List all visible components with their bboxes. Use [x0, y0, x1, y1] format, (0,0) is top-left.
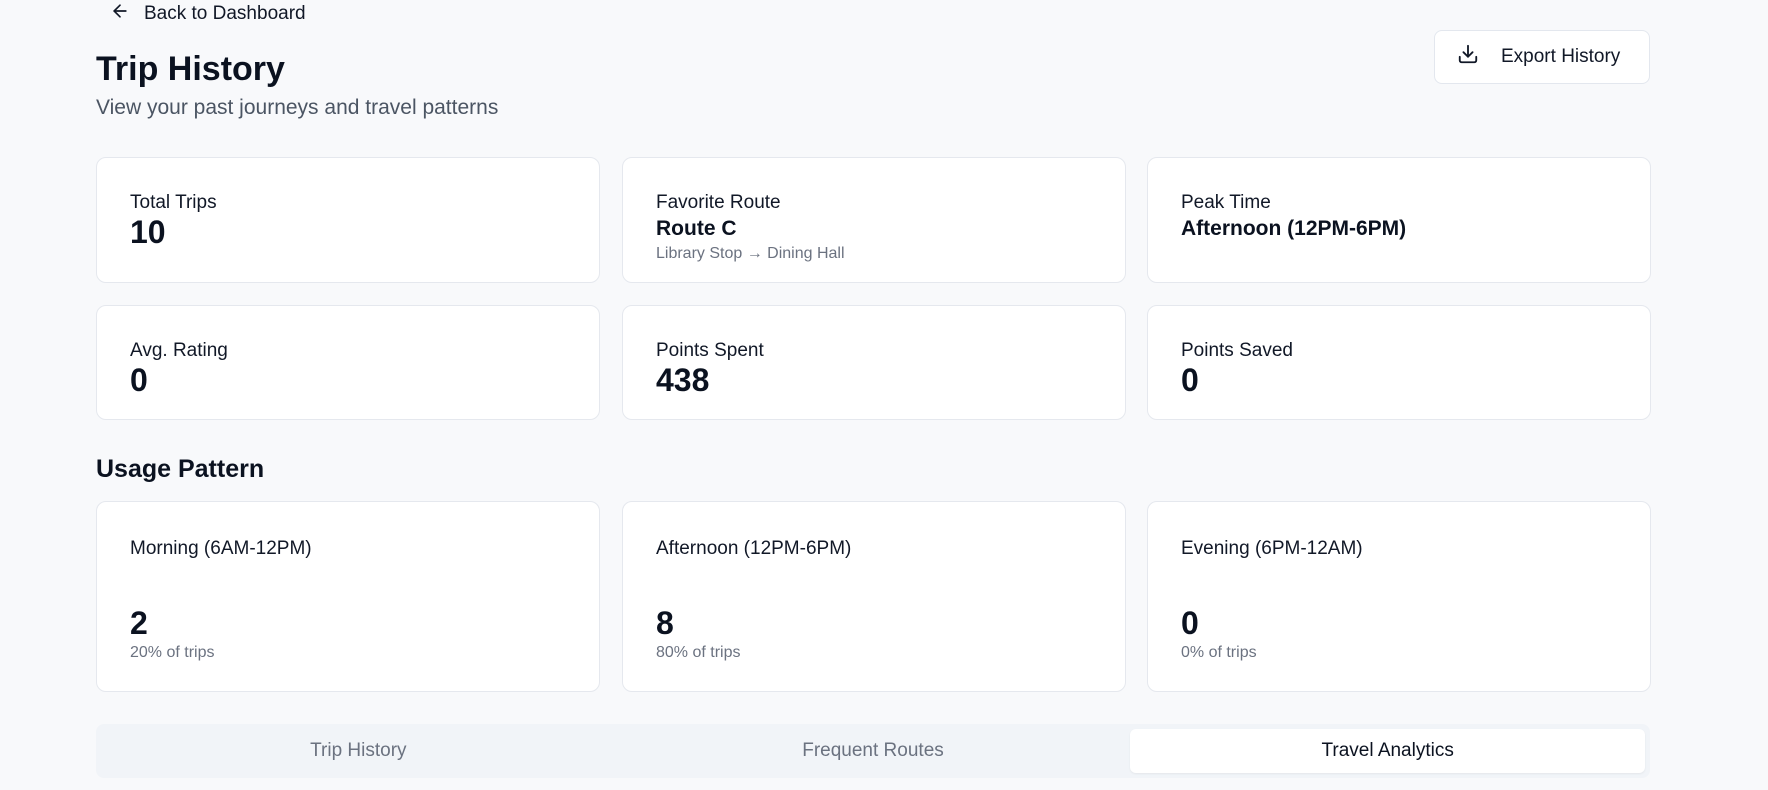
page-subtitle: View your past journeys and travel patte… [96, 96, 499, 119]
points-spent-card: Points Spent 438 [622, 305, 1126, 420]
usage-period-label: Afternoon (12PM-6PM) [656, 538, 852, 559]
total-trips-card: Total Trips 10 [96, 157, 600, 283]
points-spent-label: Points Spent [656, 340, 764, 361]
export-button-label: Export History [1501, 46, 1621, 67]
download-icon [1457, 43, 1479, 71]
peak-time-value: Afternoon (12PM-6PM) [1181, 217, 1407, 240]
trip-history-page: Back to Dashboard Trip History View your… [0, 0, 1768, 790]
avg-rating-value: 0 [130, 362, 148, 398]
peak-time-label: Peak Time [1181, 192, 1271, 213]
usage-period-label: Morning (6AM-12PM) [130, 538, 312, 559]
usage-card-afternoon: Afternoon (12PM-6PM) 8 80% of trips [622, 501, 1126, 692]
favorite-route-label: Favorite Route [656, 192, 781, 213]
points-saved-value: 0 [1181, 362, 1199, 398]
avg-rating-card: Avg. Rating 0 [96, 305, 600, 420]
tab-travel-analytics[interactable]: Travel Analytics [1130, 729, 1646, 773]
export-history-button[interactable]: Export History [1434, 30, 1650, 84]
usage-card-evening: Evening (6PM-12AM) 0 0% of trips [1147, 501, 1651, 692]
back-to-dashboard-link[interactable]: Back to Dashboard [110, 0, 306, 28]
points-saved-card: Points Saved 0 [1147, 305, 1651, 420]
favorite-route-card: Favorite Route Route C Library Stop → Di… [622, 157, 1126, 283]
arrow-left-icon [110, 1, 130, 27]
peak-time-card: Peak Time Afternoon (12PM-6PM) [1147, 157, 1651, 283]
total-trips-value: 10 [130, 214, 166, 250]
usage-period-share: 80% of trips [656, 644, 741, 661]
page-title: Trip History [96, 50, 285, 88]
points-spent-value: 438 [656, 362, 710, 398]
points-saved-label: Points Saved [1181, 340, 1293, 361]
usage-period-share: 20% of trips [130, 644, 215, 661]
usage-period-value: 2 [130, 605, 148, 641]
favorite-route-value: Route C [656, 217, 737, 240]
usage-period-label: Evening (6PM-12AM) [1181, 538, 1363, 559]
view-tabs: Trip History Frequent Routes Travel Anal… [96, 724, 1650, 778]
tab-frequent-routes[interactable]: Frequent Routes [616, 729, 1131, 773]
usage-period-value: 0 [1181, 605, 1199, 641]
usage-period-value: 8 [656, 605, 674, 641]
avg-rating-label: Avg. Rating [130, 340, 228, 361]
usage-period-share: 0% of trips [1181, 644, 1257, 661]
usage-pattern-title: Usage Pattern [96, 455, 265, 483]
usage-card-morning: Morning (6AM-12PM) 2 20% of trips [96, 501, 600, 692]
favorite-route-detail: Library Stop → Dining Hall [656, 245, 845, 262]
total-trips-label: Total Trips [130, 192, 217, 213]
tab-trip-history[interactable]: Trip History [101, 729, 616, 773]
back-link-label: Back to Dashboard [144, 3, 306, 24]
